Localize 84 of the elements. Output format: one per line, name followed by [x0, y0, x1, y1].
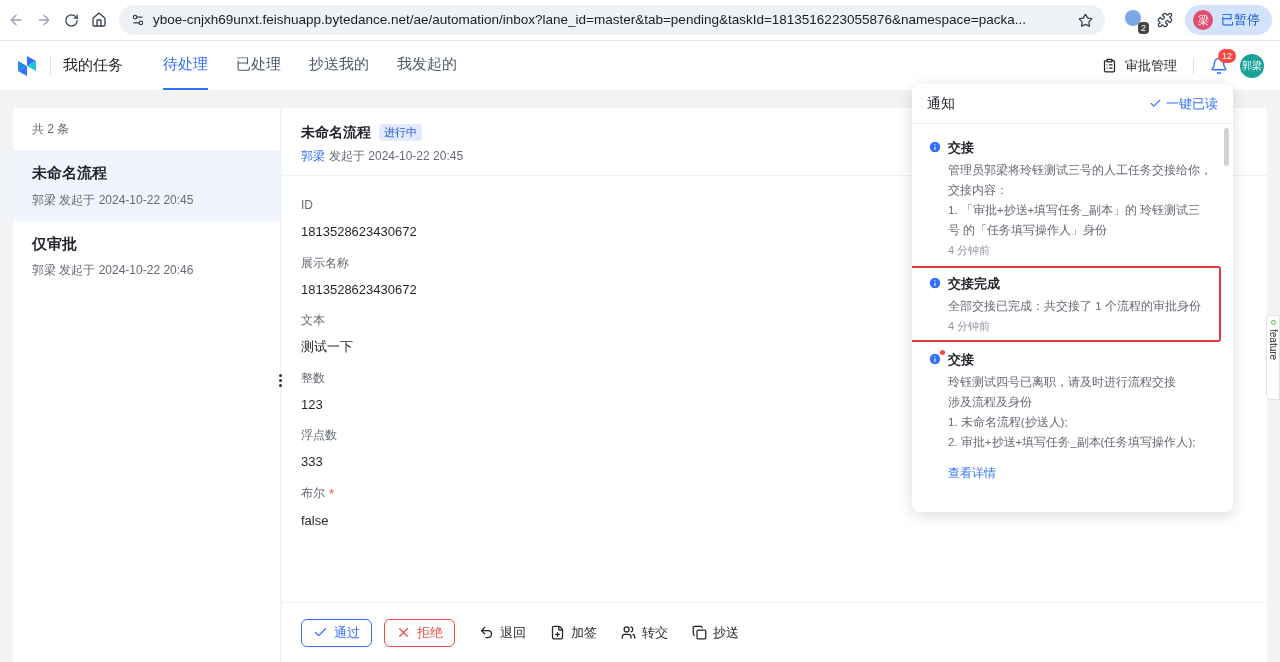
star-icon[interactable] [1078, 12, 1093, 28]
field-label: 文本 [301, 312, 325, 329]
action-button[interactable]: 转交 [617, 622, 672, 643]
field-value: 1813528623430672 [301, 280, 417, 299]
extension-badge: 2 [1138, 22, 1149, 34]
url-text: yboe-cnjxh69unxt.feishuapp.bytedance.net/ae/automation/inbox?lane_id=master&tab=pending&taskId=1813516223055876&namespace=packa... [153, 10, 1027, 29]
field-label: 展示名称 [301, 254, 349, 272]
popover-title: 通知 [927, 94, 955, 113]
field-label: 浮点数 [301, 427, 337, 444]
action-button[interactable]: 通过 [301, 618, 372, 647]
check-icon [1149, 97, 1162, 110]
notification-badge: 12 [1218, 48, 1236, 63]
notification-title: 交接 [948, 351, 975, 369]
clipboard-icon [1102, 58, 1117, 73]
field-value: 测试一下 [301, 338, 353, 356]
side-tab[interactable]: feature [1266, 315, 1280, 400]
task-item[interactable]: 未命名流程 郭梁 发起于 2024-10-22 20:45 [13, 150, 280, 221]
start-time: 发起于 2024-10-22 20:45 [329, 148, 464, 165]
notification-text: 玲钰测试四号已离职，请及时进行流程交接 [948, 374, 1177, 390]
notification-text: 涉及流程及身份 [948, 394, 1033, 410]
notification-time: 4 分钟前 [948, 318, 992, 334]
field-label: 整数 [301, 369, 325, 387]
field-value: 333 [301, 453, 323, 471]
status-tag: 进行中 [379, 124, 422, 141]
logo-icon [16, 54, 38, 77]
extension-icon[interactable] [1125, 10, 1141, 26]
nav-tab[interactable]: 已处理 [236, 41, 281, 90]
details-link[interactable]: 查看详情 [948, 463, 996, 482]
field-value: 123 [301, 395, 323, 414]
initiator-link[interactable]: 郭梁 [301, 147, 325, 165]
profile-button[interactable]: 梁 已暂停 [1185, 5, 1272, 35]
notification-text: 1. 未命名流程(抄送人); [948, 414, 1069, 430]
action-button[interactable]: 抄送 [688, 622, 743, 643]
notification-text: 交接内容： [948, 182, 1009, 198]
drag-handle-icon[interactable] [279, 374, 282, 387]
copy-icon [692, 625, 707, 640]
notification-item[interactable]: 交接 玲钰测试四号已离职，请及时进行流程交接 涉及流程及身份 1. 未命名流程(抄送人); 2. 审批+抄送+填写任务_副本(任务填写操作人); 查看详情 [912, 342, 1221, 490]
profile-avatar: 梁 [1193, 10, 1213, 30]
home-icon[interactable] [91, 12, 107, 28]
task-item[interactable]: 仅审批 郭梁 发起于 2024-10-22 20:46 [13, 220, 280, 291]
site-settings-icon[interactable] [131, 13, 145, 27]
profile-label: 已暂停 [1221, 11, 1260, 30]
reload-icon[interactable] [64, 12, 79, 28]
app-title: 我的任务 [63, 55, 123, 76]
task-title: 未命名流程 [32, 163, 108, 183]
notification-item[interactable]: 交接 管理员郭梁将玲钰测试三号的人工任务交接给你， 交接内容： 1. 「审批+抄送+填写任务_副本」的 玲钰测试三 号 的「任务填写操作人」身份 4 分钟前 [912, 130, 1221, 266]
info-icon [928, 352, 942, 366]
mark-all-read-button[interactable]: 一键已读 [1149, 93, 1218, 114]
field-value: 1813528623430672 [301, 223, 417, 241]
notification-item[interactable]: 交接完成 全部交接已完成：共交接了 1 个流程的审批身份 4 分钟前 [912, 266, 1221, 342]
nav-tab[interactable]: 待处理 [163, 41, 208, 90]
scrollbar-thumb[interactable] [1224, 128, 1229, 166]
admin-link[interactable]: 审批管理 [1102, 55, 1177, 76]
close-icon [396, 625, 411, 640]
puzzle-icon[interactable] [1157, 12, 1173, 28]
task-meta: 郭梁 发起于 2024-10-22 20:45 [32, 191, 195, 209]
info-icon [928, 140, 942, 154]
info-icon [928, 276, 942, 290]
return-icon [479, 625, 494, 640]
task-title: 仅审批 [32, 233, 78, 254]
notification-text: 1. 「审批+抄送+填写任务_副本」的 玲钰测试三 [948, 202, 1201, 218]
nav-tab[interactable]: 抄送我的 [309, 41, 369, 90]
notification-text: 管理员郭梁将玲钰测试三号的人工任务交接给你， [948, 162, 1212, 178]
notification-title: 交接 [948, 139, 975, 157]
side-tab-label: feature [1266, 329, 1280, 361]
field-value: false [301, 512, 329, 530]
task-meta: 郭梁 发起于 2024-10-22 20:46 [32, 262, 195, 279]
field-label: 布尔 [301, 484, 325, 502]
notification-text: 全部交接已完成：共交接了 1 个流程的审批身份 [948, 298, 1201, 314]
action-button[interactable]: 加签 [546, 622, 601, 643]
action-button[interactable]: 退回 [475, 622, 530, 643]
notification-time: 4 分钟前 [948, 242, 992, 258]
task-count: 共 2 条 [31, 121, 71, 138]
action-button[interactable]: 拒绝 [384, 618, 455, 647]
address-bar[interactable]: yboe-cnjxh69unxt.feishuapp.bytedance.net/ae/automation/inbox?lane_id=master&tab=pending&taskId=1813516223055876&namespace=packa... [119, 5, 1105, 35]
notification-text: 号 的「任务填写操作人」身份 [948, 222, 1109, 238]
file-plus-icon [550, 625, 565, 640]
required-mark: * [329, 484, 335, 503]
notification-text: 2. 审批+抄送+填写任务_副本(任务填写操作人); [948, 434, 1196, 450]
nav-tab[interactable]: 我发起的 [397, 41, 457, 90]
people-icon [621, 625, 636, 640]
field-label: ID [301, 197, 313, 214]
notification-title: 交接完成 [948, 275, 1001, 293]
detail-title: 未命名流程 [301, 123, 371, 142]
